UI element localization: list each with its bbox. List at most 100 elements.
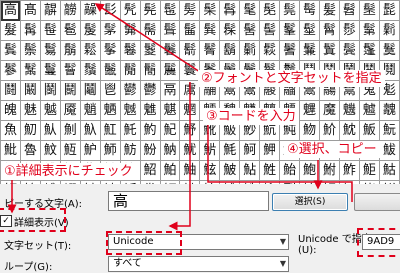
character-cell[interactable]: 髨: [279, 0, 301, 21]
character-cell[interactable]: 鮡: [219, 180, 241, 184]
character-cell[interactable]: 鬰: [119, 80, 141, 101]
character-cell[interactable]: 髬: [358, 0, 380, 21]
character-cell[interactable]: 髾: [319, 20, 340, 41]
character-cell[interactable]: 髪: [319, 0, 340, 21]
character-cell[interactable]: 魺: [239, 140, 261, 161]
character-cell[interactable]: 鮊: [159, 160, 181, 181]
character-cell[interactable]: 魍: [179, 100, 201, 121]
character-cell[interactable]: 鬪: [0, 80, 21, 101]
character-cell[interactable]: 鮓: [338, 160, 360, 181]
character-cell[interactable]: 鬮: [79, 80, 101, 101]
character-cell[interactable]: 鬑: [299, 40, 320, 61]
character-cell[interactable]: 鮣: [259, 180, 281, 184]
character-cell[interactable]: 鬁: [378, 20, 400, 41]
character-cell[interactable]: 髴: [119, 20, 141, 41]
character-cell[interactable]: 鬍: [219, 40, 241, 61]
character-cell[interactable]: 鮝: [139, 180, 161, 184]
character-cell[interactable]: 魣: [179, 120, 201, 141]
character-cell[interactable]: 鮚: [79, 180, 101, 184]
character-cell[interactable]: 鬄: [39, 40, 61, 61]
character-cell[interactable]: 髯: [19, 20, 41, 41]
character-cell[interactable]: 鮖: [0, 180, 21, 184]
character-cell[interactable]: 鮞: [159, 180, 181, 184]
character-cell[interactable]: 鮦: [319, 180, 340, 184]
character-cell[interactable]: 魴: [119, 140, 141, 161]
character-cell[interactable]: 鬂: [0, 40, 21, 61]
character-cell[interactable]: 魲: [79, 140, 101, 161]
character-cell[interactable]: 鬓: [338, 40, 360, 61]
character-cell[interactable]: 鮥: [299, 180, 320, 184]
character-cell[interactable]: 鬚: [79, 60, 101, 81]
character-cell[interactable]: 魢: [159, 120, 181, 141]
character-cell[interactable]: 髞: [79, 0, 101, 21]
character-cell[interactable]: 髱: [59, 20, 81, 41]
character-cell[interactable]: 鮕: [378, 160, 400, 181]
character-cell[interactable]: 髭: [378, 0, 400, 21]
character-cell[interactable]: 髸: [199, 20, 221, 41]
character-cell[interactable]: 魵: [139, 140, 161, 161]
character-cell[interactable]: 鬱: [139, 80, 161, 101]
character-cell[interactable]: 魅: [19, 100, 41, 121]
character-cell[interactable]: 髩: [299, 0, 320, 21]
character-cell[interactable]: 魭: [378, 120, 400, 141]
character-cell[interactable]: 魷: [179, 140, 201, 161]
character-cell[interactable]: 鬀: [358, 20, 380, 41]
character-cell[interactable]: 魯: [19, 140, 41, 161]
character-cell[interactable]: 髲: [79, 20, 101, 41]
character-cell[interactable]: 鬒: [319, 40, 340, 61]
character-cell[interactable]: 鬜: [119, 60, 141, 81]
character-cell[interactable]: 髠: [119, 0, 141, 21]
character-cell[interactable]: 髤: [199, 0, 221, 21]
character-cell[interactable]: 鮨: [358, 180, 380, 184]
character-cell[interactable]: 鬈: [119, 40, 141, 61]
character-cell[interactable]: 鮌: [199, 160, 221, 181]
character-cell[interactable]: 魱: [59, 140, 81, 161]
character-cell[interactable]: 魌: [159, 100, 181, 121]
character-cell[interactable]: 鬯: [99, 80, 121, 101]
select-button[interactable]: 選択(S): [272, 193, 348, 211]
character-cell[interactable]: 髦: [239, 0, 261, 21]
character-cell[interactable]: 鮘: [39, 180, 61, 184]
character-cell[interactable]: 鮗: [19, 180, 41, 184]
character-cell[interactable]: 鮍: [219, 160, 241, 181]
character-cell[interactable]: 鮒: [319, 160, 340, 181]
character-cell[interactable]: 鮉: [139, 160, 161, 181]
character-cell[interactable]: 髻: [259, 20, 281, 41]
character-cell[interactable]: 鮜: [119, 180, 141, 184]
character-cell[interactable]: 魈: [79, 100, 101, 121]
character-cell[interactable]: 魠: [119, 120, 141, 141]
character-cell[interactable]: 髹: [219, 20, 241, 41]
character-cell[interactable]: 魚: [0, 120, 21, 141]
character-cell[interactable]: 魋: [139, 100, 161, 121]
character-cell[interactable]: 鬫: [19, 80, 41, 101]
character-cell[interactable]: 魶: [159, 140, 181, 161]
character-cell[interactable]: 鬌: [199, 40, 221, 61]
character-cell[interactable]: 魕: [338, 100, 360, 121]
character-cell[interactable]: 鬏: [259, 40, 281, 61]
character-cell[interactable]: 鬇: [99, 40, 121, 61]
character-cell[interactable]: 鬞: [159, 60, 181, 81]
character-cell[interactable]: 髵: [139, 20, 161, 41]
character-cell[interactable]: 鬝: [139, 60, 161, 81]
character-cell[interactable]: 魪: [319, 120, 340, 141]
character-cell[interactable]: 鬅: [59, 40, 81, 61]
character-cell[interactable]: 髼: [279, 20, 301, 41]
character-cell[interactable]: 魇: [59, 100, 81, 121]
character-cell[interactable]: 鮋: [179, 160, 201, 181]
group-select[interactable]: すべて ▼: [108, 256, 289, 272]
character-cell[interactable]: 魡: [139, 120, 161, 141]
character-cell[interactable]: 髝: [59, 0, 81, 21]
chars-to-copy-input[interactable]: 高: [108, 191, 269, 211]
character-cell[interactable]: 鮔: [358, 160, 380, 181]
character-cell[interactable]: 髫: [338, 0, 360, 21]
character-cell[interactable]: 魔: [319, 100, 340, 121]
character-cell[interactable]: 髢: [159, 0, 181, 21]
character-cell[interactable]: 高: [0, 0, 21, 21]
character-cell[interactable]: 髡: [139, 0, 161, 21]
character-cell[interactable]: 魬: [358, 120, 380, 141]
character-cell[interactable]: 鬆: [79, 40, 101, 61]
character-cell[interactable]: 魆: [39, 100, 61, 121]
character-cell[interactable]: 魟: [99, 120, 121, 141]
character-cell[interactable]: 魉: [99, 100, 121, 121]
character-cell[interactable]: 髙: [19, 0, 41, 21]
